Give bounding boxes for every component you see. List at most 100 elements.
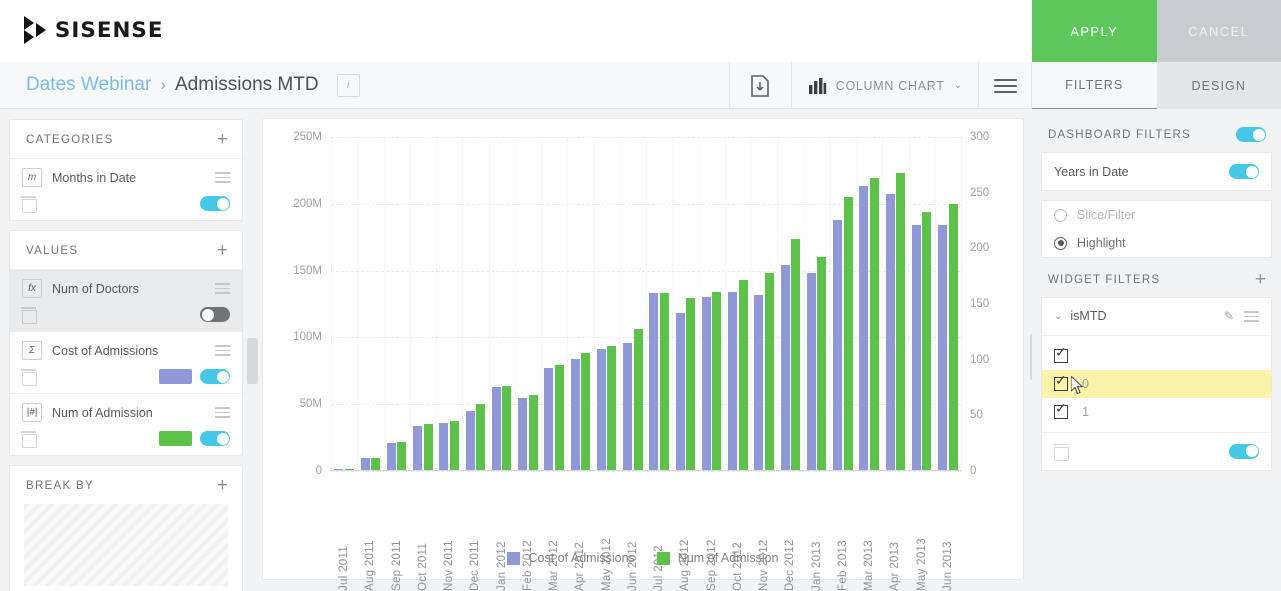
bar-num-of-admission[interactable] bbox=[502, 386, 511, 471]
chart-bar-group[interactable] bbox=[515, 137, 541, 471]
radio-highlight[interactable]: Highlight bbox=[1042, 229, 1271, 257]
chart-bar-group[interactable] bbox=[725, 137, 751, 471]
chart-type-selector[interactable]: COLUMN CHART ⌄ bbox=[791, 62, 978, 109]
widget-filter-header[interactable]: ⌄ isMTD ✎ bbox=[1042, 298, 1271, 336]
bar-num-of-admission[interactable] bbox=[686, 298, 695, 471]
category-item-menu-icon[interactable] bbox=[215, 169, 230, 186]
legend-item[interactable]: Num of Admission bbox=[657, 551, 779, 565]
chart-bar-group[interactable] bbox=[567, 137, 593, 471]
series-color-swatch[interactable] bbox=[159, 369, 192, 384]
cancel-button[interactable]: CANCEL bbox=[1157, 0, 1281, 62]
widget-menu-button[interactable] bbox=[978, 62, 1032, 109]
bar-cost-of-admissions[interactable] bbox=[623, 343, 632, 471]
chart-bar-group[interactable] bbox=[462, 137, 488, 471]
chart-bar-group[interactable] bbox=[935, 137, 961, 471]
chart-bar-group[interactable] bbox=[489, 137, 515, 471]
chart-bar-group[interactable] bbox=[672, 137, 698, 471]
value-visibility-toggle[interactable] bbox=[200, 369, 230, 384]
chart-bar-group[interactable] bbox=[541, 137, 567, 471]
bar-cost-of-admissions[interactable] bbox=[938, 225, 947, 471]
radio-slice-filter[interactable]: Slice/Filter bbox=[1042, 201, 1271, 229]
bar-cost-of-admissions[interactable] bbox=[702, 297, 711, 471]
value-item-cost-of-admissions[interactable]: Σ Cost of Admissions bbox=[10, 331, 242, 393]
bar-cost-of-admissions[interactable] bbox=[676, 313, 685, 471]
apply-button[interactable]: APPLY bbox=[1032, 0, 1157, 62]
bar-cost-of-admissions[interactable] bbox=[781, 265, 790, 471]
bar-num-of-admission[interactable] bbox=[397, 442, 406, 471]
filter-option-select-all[interactable] bbox=[1042, 342, 1271, 370]
tab-design[interactable]: DESIGN bbox=[1157, 62, 1281, 109]
chart-bar-group[interactable] bbox=[384, 137, 410, 471]
export-button[interactable] bbox=[729, 62, 791, 109]
chart-bar-group[interactable] bbox=[909, 137, 935, 471]
bar-num-of-admission[interactable] bbox=[949, 204, 958, 471]
add-category-button[interactable]: + bbox=[217, 133, 228, 147]
bar-num-of-admission[interactable] bbox=[607, 346, 616, 471]
sisense-logo[interactable]: SISENSE bbox=[22, 14, 162, 46]
chart-bar-group[interactable] bbox=[830, 137, 856, 471]
bar-cost-of-admissions[interactable] bbox=[544, 368, 553, 471]
value-item-menu-icon[interactable] bbox=[215, 404, 230, 421]
bar-num-of-admission[interactable] bbox=[450, 421, 459, 471]
bar-num-of-admission[interactable] bbox=[870, 178, 879, 471]
bar-num-of-admission[interactable] bbox=[712, 292, 721, 471]
bar-num-of-admission[interactable] bbox=[817, 257, 826, 471]
bar-cost-of-admissions[interactable] bbox=[413, 426, 422, 471]
widget-filter-menu-icon[interactable] bbox=[1244, 308, 1259, 325]
bar-cost-of-admissions[interactable] bbox=[912, 225, 921, 471]
bar-cost-of-admissions[interactable] bbox=[754, 295, 763, 471]
bar-cost-of-admissions[interactable] bbox=[387, 443, 396, 471]
bar-num-of-admission[interactable] bbox=[922, 212, 931, 471]
add-value-button[interactable]: + bbox=[217, 244, 228, 258]
value-item-num-of-admission[interactable]: |#| Num of Admission bbox=[10, 393, 242, 455]
bar-num-of-admission[interactable] bbox=[371, 458, 380, 471]
value-visibility-toggle[interactable] bbox=[200, 431, 230, 446]
delete-widget-filter-icon[interactable] bbox=[1054, 444, 1067, 459]
bar-cost-of-admissions[interactable] bbox=[518, 398, 527, 471]
delete-category-icon[interactable] bbox=[22, 196, 35, 211]
dashboard-filters-toggle[interactable] bbox=[1236, 127, 1266, 142]
bar-cost-of-admissions[interactable] bbox=[492, 387, 501, 471]
bar-cost-of-admissions[interactable] bbox=[597, 349, 606, 471]
bar-num-of-admission[interactable] bbox=[581, 353, 590, 471]
chart-bar-group[interactable] bbox=[436, 137, 462, 471]
bar-num-of-admission[interactable] bbox=[896, 173, 905, 471]
pencil-icon[interactable]: ✎ bbox=[1224, 309, 1234, 323]
break-by-dropzone[interactable] bbox=[24, 504, 228, 586]
legend-item[interactable]: Cost of Admissions bbox=[507, 551, 634, 565]
delete-value-icon[interactable] bbox=[22, 369, 35, 384]
widget-filter-toggle[interactable] bbox=[1229, 444, 1259, 459]
bar-cost-of-admissions[interactable] bbox=[807, 273, 816, 471]
bar-cost-of-admissions[interactable] bbox=[571, 359, 580, 471]
bar-cost-of-admissions[interactable] bbox=[833, 220, 842, 471]
bar-cost-of-admissions[interactable] bbox=[439, 423, 448, 471]
bar-num-of-admission[interactable] bbox=[844, 197, 853, 471]
add-widget-filter-button[interactable]: + bbox=[1255, 273, 1266, 287]
info-icon[interactable]: i bbox=[337, 74, 360, 97]
chart-bar-group[interactable] bbox=[751, 137, 777, 471]
bar-num-of-admission[interactable] bbox=[660, 293, 669, 471]
bar-num-of-admission[interactable] bbox=[555, 365, 564, 471]
add-break-by-button[interactable]: + bbox=[217, 479, 228, 493]
tab-filters[interactable]: FILTERS bbox=[1032, 62, 1157, 109]
bar-num-of-admission[interactable] bbox=[476, 404, 485, 471]
bar-cost-of-admissions[interactable] bbox=[728, 292, 737, 471]
chart-bar-group[interactable] bbox=[856, 137, 882, 471]
bar-cost-of-admissions[interactable] bbox=[649, 293, 658, 471]
bar-num-of-admission[interactable] bbox=[634, 329, 643, 472]
chart-bar-group[interactable] bbox=[620, 137, 646, 471]
bar-cost-of-admissions[interactable] bbox=[361, 458, 370, 471]
bar-num-of-admission[interactable] bbox=[739, 280, 748, 471]
series-color-swatch[interactable] bbox=[159, 431, 192, 446]
value-item-num-of-doctors[interactable]: fx Num of Doctors bbox=[10, 269, 242, 331]
value-item-menu-icon[interactable] bbox=[215, 280, 230, 297]
chart-bar-group[interactable] bbox=[331, 137, 357, 471]
category-item-months-in-date[interactable]: m Months in Date bbox=[10, 158, 242, 220]
chart-bar-group[interactable] bbox=[699, 137, 725, 471]
delete-value-icon[interactable] bbox=[22, 307, 35, 322]
chart-bar-group[interactable] bbox=[804, 137, 830, 471]
chart-bar-group[interactable] bbox=[357, 137, 383, 471]
chart-bar-group[interactable] bbox=[646, 137, 672, 471]
collapse-left-panel-handle[interactable] bbox=[247, 338, 258, 384]
delete-value-icon[interactable] bbox=[22, 431, 35, 446]
